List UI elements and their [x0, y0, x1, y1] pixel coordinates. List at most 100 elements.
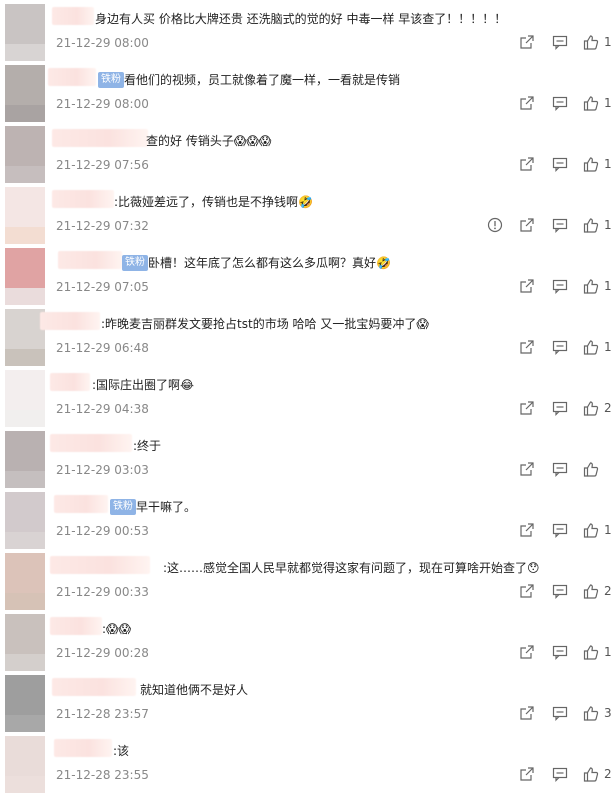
avatar[interactable] [5, 736, 45, 776]
username-blurred[interactable] [58, 251, 122, 269]
comment-timestamp: 21-12-28 23:57 [56, 707, 149, 721]
fan-badge: 铁粉 [98, 72, 124, 88]
comment-icon[interactable] [552, 522, 568, 538]
avatar-shadow [5, 410, 45, 427]
avatar[interactable] [5, 675, 45, 715]
comment-icon[interactable] [552, 583, 568, 599]
comment-item: :国际庄出圈了啊😂 21-12-29 04:38 2 [0, 366, 614, 427]
comment-text: :这……感觉全国人民早就都觉得这家有问题了，现在可算啥开始查了😯 [163, 559, 540, 577]
avatar[interactable] [5, 248, 45, 288]
comment-item: 铁粉 看他们的视频，员工就像着了魔一样，一看就是传销 21-12-29 08:00 1 [0, 61, 614, 122]
thumbs-up-icon[interactable] [583, 522, 599, 538]
username-blurred[interactable] [50, 373, 90, 391]
thumbs-up-icon[interactable] [583, 644, 599, 660]
comment-item: 就知道他俩不是好人 21-12-28 23:57 3 [0, 671, 614, 732]
avatar-shadow [5, 44, 45, 61]
thumbs-up-icon[interactable] [583, 461, 599, 477]
fan-badge: 铁粉 [122, 255, 148, 271]
like-count: 2 [604, 767, 612, 781]
comment-icon[interactable] [552, 339, 568, 355]
comment-icon[interactable] [552, 278, 568, 294]
avatar[interactable] [5, 553, 45, 593]
comment-text-content: :终于 [133, 439, 162, 453]
comment-text-content: :这……感觉全国人民早就都觉得这家有问题了，现在可算啥开始查了 [163, 561, 528, 575]
comment-text: :比薇娅差远了，传销也是不挣钱啊🤣 [114, 193, 313, 211]
comment-item: :终于 21-12-29 03:03 [0, 427, 614, 488]
avatar[interactable] [5, 614, 45, 654]
thumbs-up-icon[interactable] [583, 278, 599, 294]
avatar-shadow [5, 227, 45, 244]
username-blurred[interactable] [52, 7, 94, 25]
username-blurred[interactable] [54, 739, 112, 757]
share-icon[interactable] [519, 461, 535, 477]
share-icon[interactable] [519, 156, 535, 172]
avatar[interactable] [5, 492, 45, 532]
thumbs-up-icon[interactable] [583, 400, 599, 416]
avatar[interactable] [5, 431, 45, 471]
thumbs-up-icon[interactable] [583, 156, 599, 172]
like-count: 1 [604, 218, 612, 232]
avatar-shadow [5, 349, 45, 366]
share-icon[interactable] [519, 583, 535, 599]
avatar[interactable] [5, 370, 45, 410]
thumbs-up-icon[interactable] [583, 705, 599, 721]
avatar[interactable] [5, 187, 45, 227]
comment-icon[interactable] [552, 34, 568, 50]
share-icon[interactable] [519, 400, 535, 416]
comment-icon[interactable] [552, 461, 568, 477]
like-count: 1 [604, 645, 612, 659]
comment-text-content: :比薇娅差远了，传销也是不挣钱啊 [114, 195, 299, 209]
share-icon[interactable] [519, 34, 535, 50]
username-blurred[interactable] [50, 617, 102, 635]
username-blurred[interactable] [50, 434, 132, 452]
username-blurred[interactable] [50, 556, 150, 574]
report-icon[interactable] [487, 217, 503, 233]
like-count: 2 [604, 401, 612, 415]
share-icon[interactable] [519, 95, 535, 111]
share-icon[interactable] [519, 705, 535, 721]
username-blurred[interactable] [52, 190, 114, 208]
comment-icon[interactable] [552, 95, 568, 111]
avatar[interactable] [5, 65, 45, 105]
avatar[interactable] [5, 4, 45, 44]
comment-timestamp: 21-12-29 03:03 [56, 463, 149, 477]
share-icon[interactable] [519, 644, 535, 660]
comment-timestamp: 21-12-29 00:28 [56, 646, 149, 660]
comment-icon[interactable] [552, 705, 568, 721]
comment-timestamp: 21-12-29 00:33 [56, 585, 149, 599]
share-icon[interactable] [519, 217, 535, 233]
comment-item: 身边有人买 价格比大牌还贵 还洗脑式的觉的好 中毒一样 早该查了！！！！！ 21-… [0, 0, 614, 61]
username-blurred[interactable] [52, 129, 148, 147]
share-icon[interactable] [519, 766, 535, 782]
comment-text-content: :昨晚麦吉丽群发文要抢占tst的市场 哈哈 又一批宝妈要冲了 [101, 317, 417, 331]
share-icon[interactable] [519, 522, 535, 538]
comment-text-content: :该 [113, 744, 130, 758]
thumbs-up-icon[interactable] [583, 766, 599, 782]
comment-icon[interactable] [552, 644, 568, 660]
comment-icon[interactable] [552, 766, 568, 782]
comment-icon[interactable] [552, 217, 568, 233]
avatar[interactable] [5, 126, 45, 166]
thumbs-up-icon[interactable] [583, 217, 599, 233]
comment-item: :该 21-12-28 23:55 2 [0, 732, 614, 793]
avatar-shadow [5, 654, 45, 671]
share-icon[interactable] [519, 339, 535, 355]
share-icon[interactable] [519, 278, 535, 294]
thumbs-up-icon[interactable] [583, 583, 599, 599]
thumbs-up-icon[interactable] [583, 339, 599, 355]
username-blurred[interactable] [48, 68, 96, 86]
comment-icon[interactable] [552, 156, 568, 172]
username-blurred[interactable] [40, 312, 100, 330]
thumbs-up-icon[interactable] [583, 95, 599, 111]
comment-item: 查的好 传销头子😱😱😱 21-12-29 07:56 1 [0, 122, 614, 183]
username-blurred[interactable] [52, 678, 136, 696]
thumbs-up-icon[interactable] [583, 34, 599, 50]
comment-icon[interactable] [552, 400, 568, 416]
comment-timestamp: 21-12-29 04:38 [56, 402, 149, 416]
emoji-icon: 😱 [416, 317, 429, 331]
comment-timestamp: 21-12-29 07:32 [56, 219, 149, 233]
avatar-shadow [5, 166, 45, 183]
username-blurred[interactable] [54, 495, 108, 513]
avatar[interactable] [5, 309, 45, 349]
emoji-icon: 😱😱😱 [233, 134, 272, 148]
